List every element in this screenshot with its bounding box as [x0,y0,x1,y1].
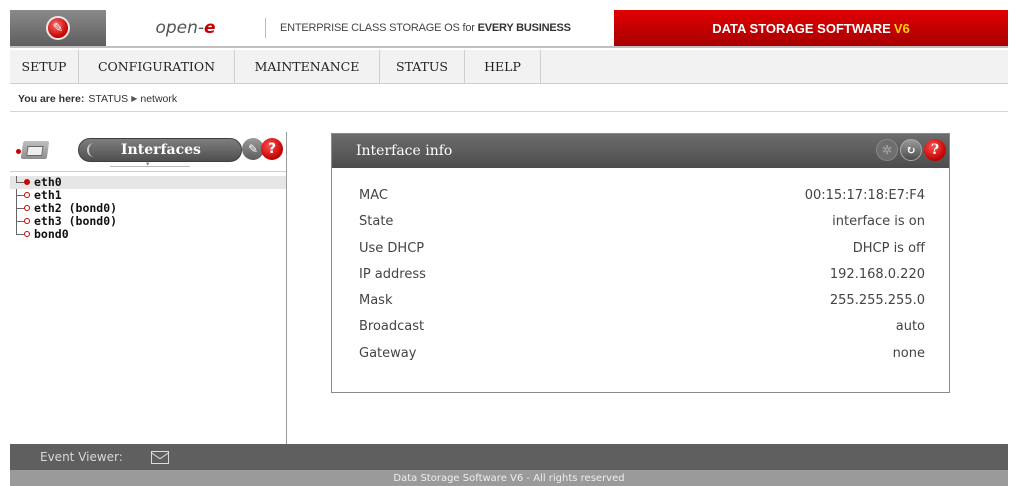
info-label: Use DHCP [359,240,425,256]
info-label: Mask [359,293,393,309]
main-menu: SETUP CONFIGURATION MAINTENANCE STATUS H… [10,50,1008,84]
tree-item-label: eth1 [34,188,62,202]
info-value: 255.255.255.0 [829,293,925,309]
info-label: Gateway [359,345,417,361]
product-name: DATA STORAGE SOFTWARE [712,20,891,36]
gear-icon[interactable]: ✲ [876,139,898,161]
breadcrumb-arrow-icon: ▶ [131,94,138,103]
node-icon [24,218,30,224]
tagline: ENTERPRISE CLASS STORAGE OS for EVERY BU… [266,10,614,46]
info-table: MAC 00:15:17:18:E7:F4 State interface is… [332,168,949,372]
product-banner: DATA STORAGE SOFTWARE V6 [614,10,1008,46]
breadcrumb-section[interactable]: STATUS [88,93,128,105]
tab-interfaces[interactable]: Interfaces [78,138,242,162]
logo-button[interactable]: ✎ [10,10,106,46]
breadcrumb: You are here: STATUS ▶ network [10,86,1008,112]
brand-logo: open-e [106,18,266,38]
envelope-icon[interactable] [150,450,169,464]
info-value: 192.168.0.220 [829,266,925,282]
tree-marker-icon [16,149,21,154]
brand-name: open-e [155,18,216,38]
menu-status[interactable]: STATUS [380,50,465,83]
info-panel-header: Interface info ✲ ↻ ? [332,134,949,168]
info-value: none [892,345,925,361]
info-row-broadcast: Broadcast auto [359,319,925,345]
node-icon [24,205,30,211]
info-row-mask: Mask 255.255.255.0 [359,293,925,319]
event-viewer-label: Event Viewer: [40,450,123,464]
copyright-text: Data Storage Software V6 - All rights re… [393,472,625,484]
tree-item-label: eth3 (bond0) [34,214,118,228]
product-version: V6 [893,20,910,36]
tree-item-label: eth2 (bond0) [34,201,118,215]
brand-accent: e [204,18,216,38]
info-row-state: State interface is on [359,214,925,240]
info-label: Broadcast [359,319,425,335]
info-label: MAC [359,188,388,203]
info-value: interface is on [832,214,925,230]
node-icon [24,192,30,198]
info-value: DHCP is off [852,240,925,256]
tree-item-label: bond0 [34,227,69,241]
network-card-icon [20,141,50,159]
info-label: State [359,214,394,230]
menu-configuration[interactable]: CONFIGURATION [79,50,235,83]
help-icon[interactable]: ? [261,138,283,160]
node-icon [24,179,30,185]
menu-setup[interactable]: SETUP [10,50,79,83]
tab-underline [110,160,190,168]
tab-interfaces-label: Interfaces [121,142,201,158]
help-icon[interactable]: ? [924,139,946,161]
info-row-gateway: Gateway none [359,346,925,372]
event-viewer-bar: Event Viewer: [10,444,1008,470]
info-label: IP address [359,266,426,282]
breadcrumb-prefix: You are here: [18,92,85,105]
tree-header: Interfaces ✎ ? [10,132,286,172]
info-row-ip: IP address 192.168.0.220 [359,267,925,293]
info-row-dhcp: Use DHCP DHCP is off [359,241,925,267]
info-value: auto [895,319,925,335]
info-row-mac: MAC 00:15:17:18:E7:F4 [359,188,925,214]
info-panel-title: Interface info [356,143,453,159]
interface-tree: eth0 eth1 eth2 (bond0) eth3 (bond0) bond… [10,172,286,241]
tagline-prefix: ENTERPRISE CLASS STORAGE OS for [280,22,475,34]
app-header: ✎ open-e ENTERPRISE CLASS STORAGE OS for… [10,10,1008,48]
menu-maintenance[interactable]: MAINTENANCE [235,50,380,83]
tree-item-bond0[interactable]: bond0 [10,228,286,241]
menu-help[interactable]: HELP [465,50,541,83]
wrench-icon: ✎ [46,16,70,40]
tree-item-label: eth0 [34,175,62,189]
refresh-icon[interactable]: ↻ [900,139,922,161]
interfaces-panel: Interfaces ✎ ? eth0 eth1 eth2 (bond0) et… [10,132,287,444]
node-icon [24,231,30,237]
interface-info-panel: Interface info ✲ ↻ ? MAC 00:15:17:18:E7:… [331,133,950,393]
info-value: 00:15:17:18:E7:F4 [804,188,925,203]
tagline-bold: EVERY BUSINESS [477,22,571,34]
copyright-bar: Data Storage Software V6 - All rights re… [10,470,1008,486]
breadcrumb-page: network [140,92,178,105]
